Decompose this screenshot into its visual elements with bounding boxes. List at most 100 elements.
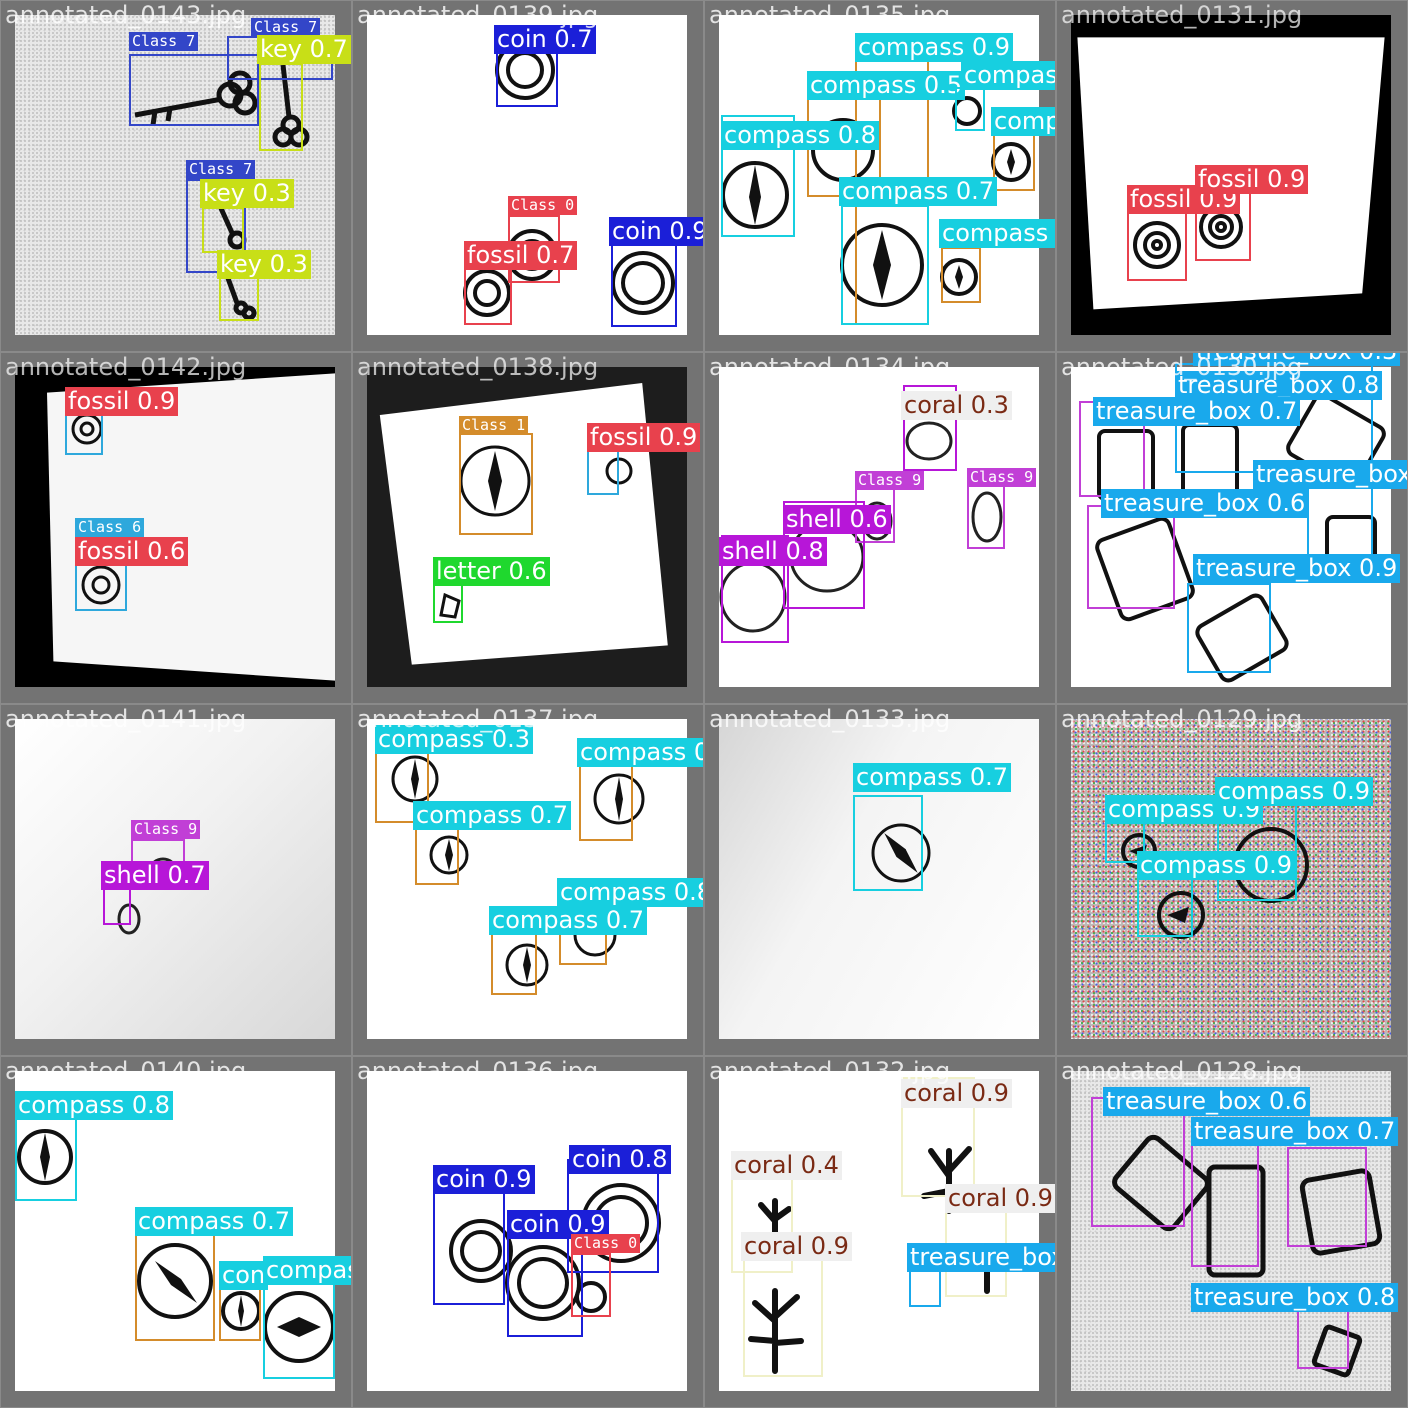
detection-label: key 0.3 [217,250,311,279]
tile-annotated-0133: compass 0.7 annotated_0133.jpg [704,704,1056,1056]
detection-label: fossil 0.7 [464,241,578,270]
detection-label: compass 0.7 [853,763,1012,792]
detection-box [135,1231,215,1341]
tile-annotated-0134: coral 0.3 Class 9 Class 9 shell 0.6 shel… [704,352,1056,704]
tile-annotated-0129: compass 0.9 compass 0.9 compass 0.9 anno… [1056,704,1408,1056]
detection-label: coral 0.4 [731,1151,842,1180]
detection-label: coin 0.9 [609,217,703,246]
detection-box [909,1267,941,1307]
tile-filename: annotated_0130.jpg [1061,353,1303,381]
tile-filename: annotated_0142.jpg [5,353,247,381]
detection-label: treasure_box 0.7 [1093,397,1301,426]
detection-label: compass 0.9 [939,219,1055,248]
detection-box [1187,583,1271,673]
detection-label: shell 0.8 [719,537,827,566]
detection-box [841,205,929,325]
detection-label: key 0.7 [257,35,351,64]
tile-filename: annotated_0141.jpg [5,705,247,733]
tile-annotated-0141: Class 9 shell 0.7 annotated_0141.jpg [0,704,352,1056]
detection-label: compass 0.7 [839,177,998,206]
detection-box [1191,1141,1259,1267]
detection-label: treasure_box 0.8 [1191,1283,1399,1312]
detection-label: compass 0.9 [1137,851,1296,880]
detection-label: fossil 0.6 [75,537,189,566]
tile-annotated-0136: coin 0.9 coin 0.8 coin 0.9 Class 0 annot… [352,1056,704,1408]
detection-label: Class 7 [186,160,256,179]
detection-box [579,757,633,841]
mosaic-grid: Class 7 Class 7 key 0.7 Class 7 key 0.3 … [0,0,1408,1408]
detection-label: compass 0.7 [413,801,572,830]
detection-label: Class 9 [131,820,201,839]
detection-label: shell 0.7 [101,861,209,890]
tile-filename: annotated_0138.jpg [357,353,599,381]
detection-label: compass 0.7 [991,107,1055,136]
detection-label: treasure_box 0.8 [1253,460,1407,489]
tile-annotated-0132: coral 0.9 coral 0.4 coral 0.9 coral 0.9 … [704,1056,1056,1408]
detection-box [1127,209,1187,281]
detection-box [941,247,981,303]
detection-box [219,277,259,321]
detection-box [202,207,244,253]
detection-label: Class 0 [571,1234,641,1253]
tile-filename: annotated_0140.jpg [5,1057,247,1085]
detection-box [993,133,1035,191]
detection-box [1297,1305,1349,1369]
detection-label: compass 0.8 [961,61,1055,90]
detection-label: coin 0.9 [433,1165,535,1194]
detection-label: fossil 0.9 [1195,165,1309,194]
detection-box [459,433,533,535]
detection-box [263,1279,335,1379]
detection-box [743,1257,823,1377]
detection-label: key 0.3 [200,179,294,208]
detection-box [15,1117,77,1201]
detection-box [259,63,303,151]
detection-label: Class 7 [129,32,199,51]
detection-box [1217,799,1297,901]
detection-box [571,1253,611,1317]
detection-label: fossil 0.9 [587,423,701,452]
detection-label: compass 0.7 [135,1207,294,1236]
detection-label: compass 0.8 [557,878,703,907]
detection-label: compass 0.8 [721,121,880,150]
detection-label: compass 0.9 [855,33,1014,62]
tile-annotated-0138: Class 1 fossil 0.9 letter 0.6 annotated_… [352,352,704,704]
tile-annotated-0131: fossil 0.9 fossil 0.9 annotated_0131.jpg [1056,0,1408,352]
tile-filename: annotated_0129.jpg [1061,705,1303,733]
detection-label: compass 0.9 [263,1256,351,1285]
detection-label: fossil 0.9 [65,387,179,416]
detection-box [967,483,1005,549]
tile-annotated-0140: compass 0.8 compass 0.7 con compass 0.9 … [0,1056,352,1408]
detection-label: compass 0.7 [577,738,703,767]
detection-label: treasure_box 0.7 [1191,1117,1399,1146]
detection-label: compass 0.5 [807,71,966,100]
detection-label: compass 0.7 [489,906,648,935]
detection-label: letter 0.6 [433,557,550,586]
tile-annotated-0142: fossil 0.9 Class 6 fossil 0.6 annotated_… [0,352,352,704]
tile-annotated-0143: Class 7 Class 7 key 0.7 Class 7 key 0.3 … [0,0,352,352]
tile-filename: annotated_0136.jpg [357,1057,599,1085]
tile-annotated-0135: compass 0.9 compass 0.5 compass 0.8 comp… [704,0,1056,352]
detection-label: Class 0 [508,196,578,215]
detection-label: coral 0.3 [901,391,1012,420]
detection-label: compass 0.8 [15,1091,174,1120]
detection-box [1287,1147,1367,1247]
tile-annotated-0130: treasure_box 0.3 treasure_box 0.8 treasu… [1056,352,1408,704]
detection-label: con [219,1261,269,1290]
detection-label: compass 0.9 [1215,777,1374,806]
detection-label: treasure_box 0.9 [1193,554,1401,583]
detection-box [464,267,512,325]
detection-label: Class 1 [459,416,529,435]
tile-filename: annotated_0131.jpg [1061,1,1303,29]
detection-label: coral 0.9 [945,1184,1055,1213]
detection-label: coin 0.8 [569,1145,671,1174]
detection-box [611,239,677,327]
tile-filename: annotated_0133.jpg [709,705,951,733]
detection-box [1087,505,1175,609]
detection-box [219,1281,261,1341]
detection-box [853,795,923,891]
tile-annotated-0128: treasure_box 0.6 treasure_box 0.7 treasu… [1056,1056,1408,1408]
detection-label: Class 9 [967,468,1037,487]
tile-annotated-0137: compass 0.3 compass 0.7 compass 0.7 comp… [352,704,704,1056]
detection-label: treasure_box 0.6 [1101,489,1309,518]
detection-label: Class 6 [75,518,145,537]
